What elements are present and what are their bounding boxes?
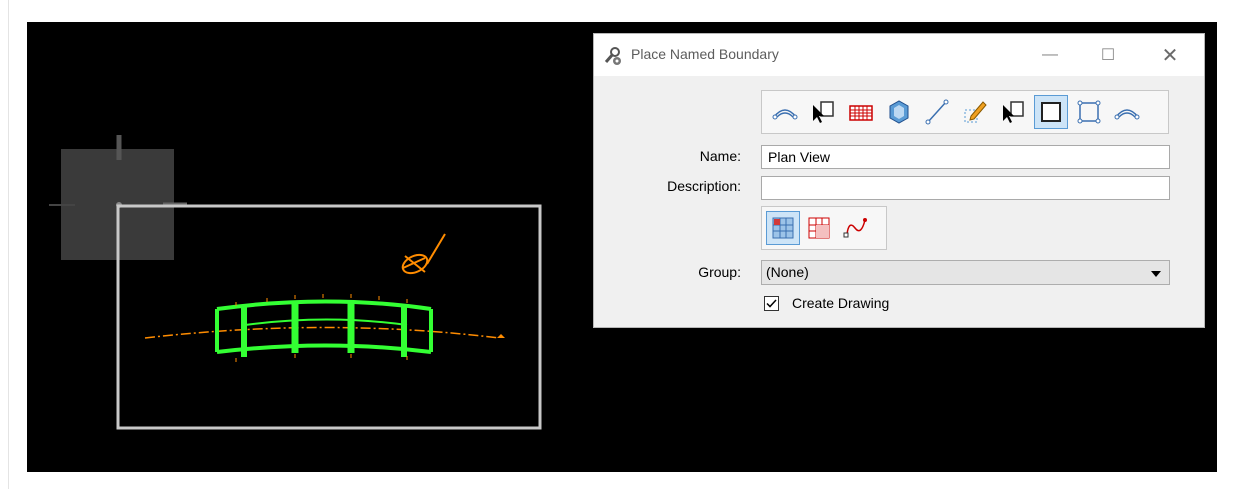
maximize-button[interactable]: ☐ bbox=[1090, 42, 1126, 68]
minimize-button[interactable]: — bbox=[1032, 42, 1068, 68]
alignment-centerline bbox=[144, 326, 500, 339]
shape-boundary-icon[interactable] bbox=[1072, 95, 1106, 129]
path-profile-icon[interactable] bbox=[1110, 95, 1144, 129]
rectangle-boundary-icon[interactable] bbox=[1034, 95, 1068, 129]
curve-icon[interactable] bbox=[838, 211, 872, 245]
two-point-line-icon[interactable] bbox=[920, 95, 954, 129]
dialog-title: Place Named Boundary bbox=[631, 46, 779, 62]
path-boundary-icon[interactable] bbox=[768, 95, 802, 129]
wrench-gear-icon bbox=[604, 47, 621, 65]
close-button[interactable]: ✕ bbox=[1152, 42, 1188, 68]
name-label: Name: bbox=[699, 148, 741, 164]
dialog-titlebar[interactable]: Place Named Boundary — ☐ ✕ bbox=[594, 34, 1204, 76]
grid-fill-icon[interactable] bbox=[766, 211, 800, 245]
description-field[interactable] bbox=[761, 176, 1170, 200]
draw-icon[interactable] bbox=[958, 95, 992, 129]
chevron-down-icon bbox=[1151, 271, 1161, 277]
group-selected-value: (None) bbox=[766, 264, 809, 280]
grid-icon[interactable] bbox=[802, 211, 836, 245]
named-boundary-rectangle[interactable] bbox=[116, 204, 542, 430]
create-drawing-label: Create Drawing bbox=[792, 295, 890, 311]
name-field[interactable]: Plan View bbox=[761, 145, 1170, 169]
check-icon bbox=[766, 299, 777, 308]
boundary-method-toolbar bbox=[761, 90, 1169, 134]
drawing-mode-toolbar bbox=[761, 206, 887, 250]
create-drawing-checkbox[interactable] bbox=[764, 296, 779, 311]
centerline-arrowhead bbox=[497, 334, 505, 338]
place-named-boundary-dialog: Place Named Boundary — ☐ ✕ Name: Plan Vi… bbox=[593, 33, 1205, 328]
description-label: Description: bbox=[667, 178, 741, 194]
group-dropdown[interactable]: (None) bbox=[761, 260, 1170, 285]
grid-boundary-icon[interactable] bbox=[844, 95, 878, 129]
volume-icon[interactable] bbox=[882, 95, 916, 129]
select-region-icon[interactable] bbox=[996, 95, 1030, 129]
group-label: Group: bbox=[698, 264, 741, 280]
select-element-icon[interactable] bbox=[806, 95, 840, 129]
north-arrow-icon bbox=[401, 233, 446, 275]
